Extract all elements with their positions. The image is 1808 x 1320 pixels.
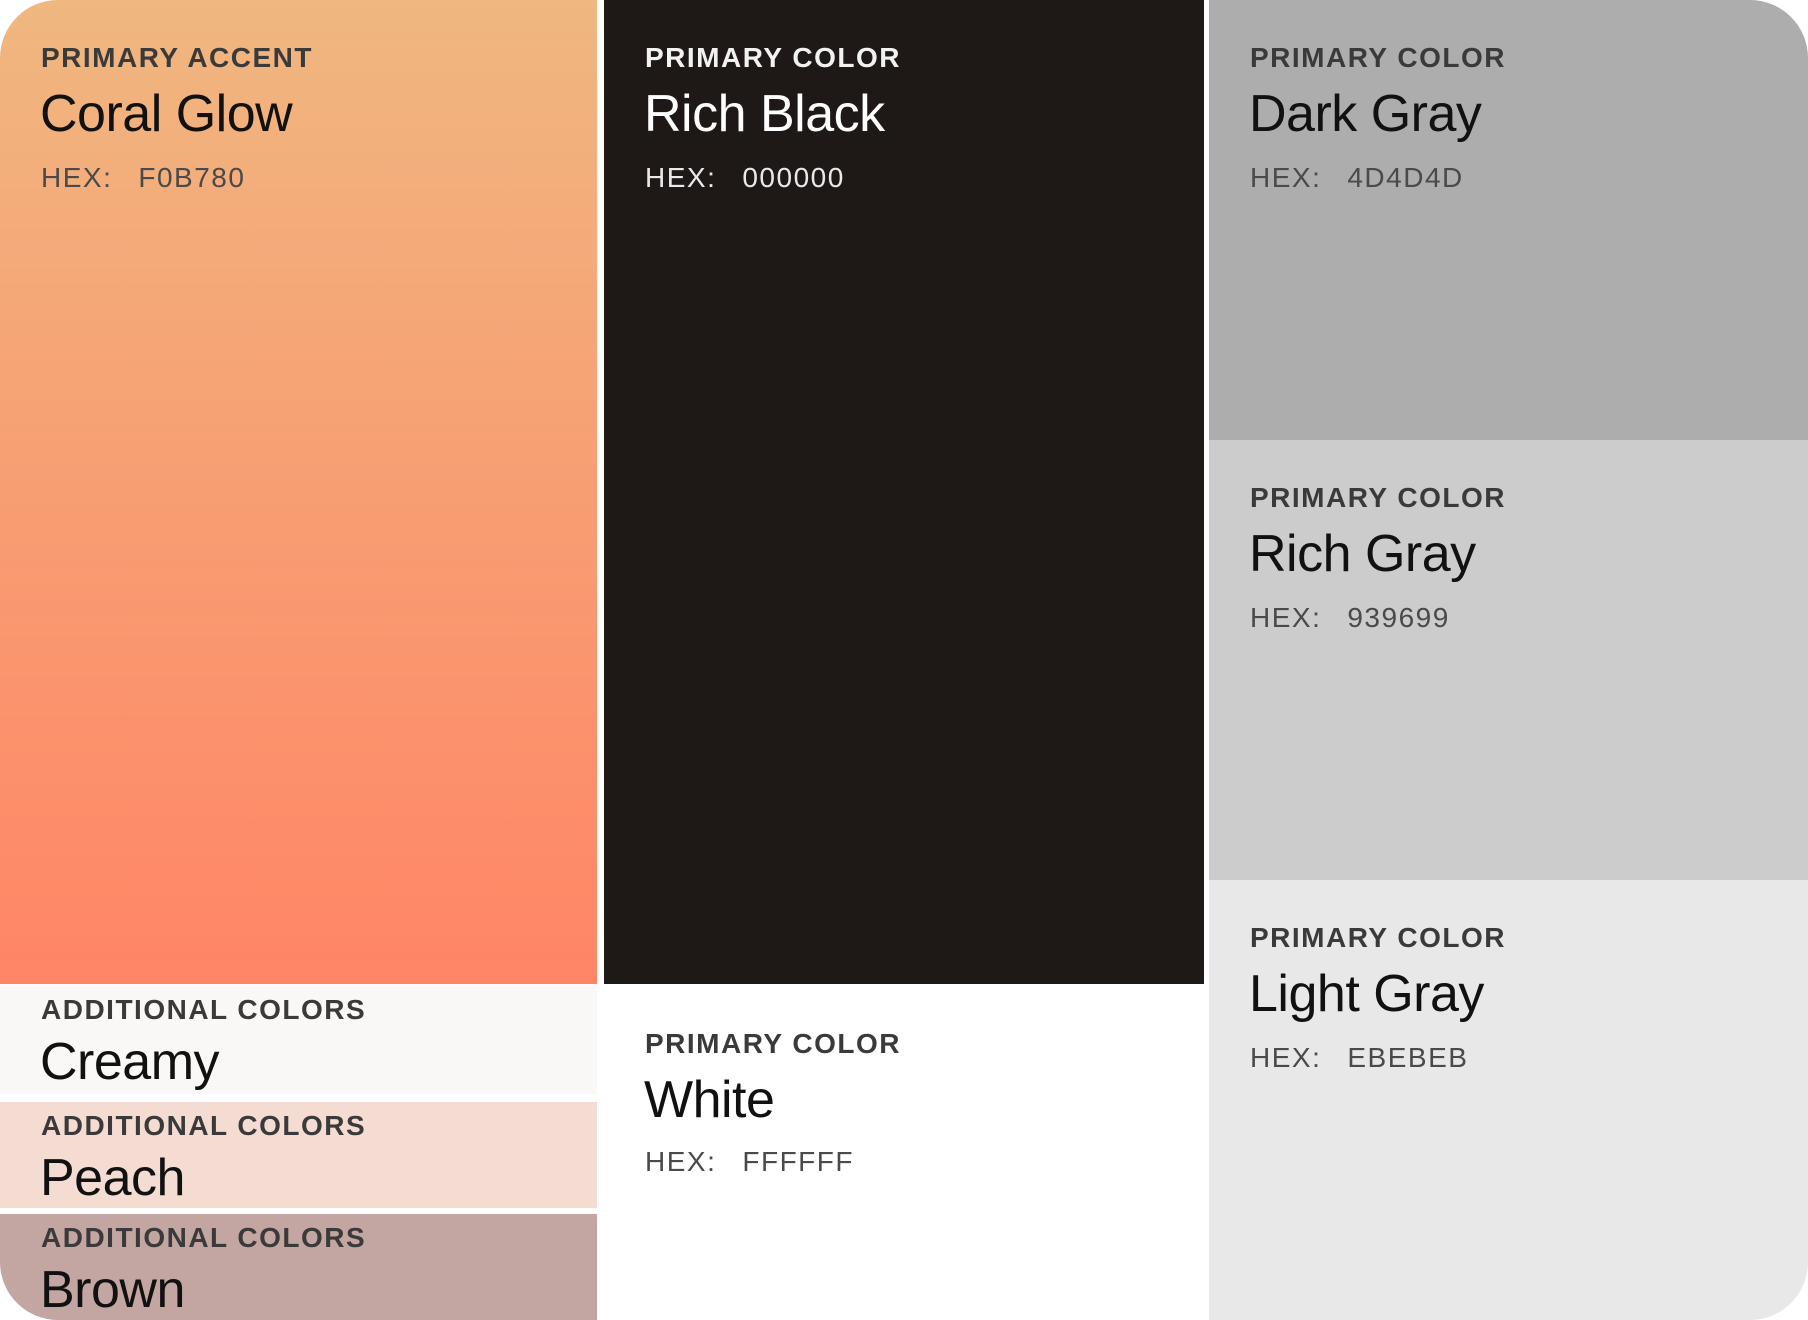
hex-value: 939699 bbox=[1347, 602, 1450, 633]
swatch-dark-gray: PRIMARY COLOR Dark Gray HEX: 4D4D4D bbox=[1209, 0, 1808, 440]
swatch-name: Dark Gray bbox=[1249, 85, 1482, 143]
hex-value: 000000 bbox=[742, 162, 845, 193]
swatch-category: ADDITIONAL COLORS bbox=[41, 994, 367, 1025]
hex-value: FFFFFF bbox=[742, 1146, 854, 1177]
swatch-category: PRIMARY COLOR bbox=[1250, 42, 1506, 73]
swatch-brown: ADDITIONAL COLORS Brown bbox=[0, 1214, 597, 1320]
hex-label: HEX: bbox=[1250, 162, 1322, 193]
swatch-category: ADDITIONAL COLORS bbox=[41, 1222, 367, 1253]
hex-label: HEX: bbox=[1250, 602, 1322, 633]
swatch-hex: HEX: F0B780 bbox=[41, 162, 245, 194]
swatch-coral-glow: PRIMARY ACCENT Coral Glow HEX: F0B780 bbox=[0, 0, 597, 984]
hex-label: HEX: bbox=[1250, 1042, 1322, 1073]
hex-label: HEX: bbox=[645, 162, 717, 193]
swatch-category: PRIMARY COLOR bbox=[645, 42, 901, 73]
swatch-hex: HEX: 939699 bbox=[1250, 602, 1450, 634]
swatch-name: Light Gray bbox=[1249, 965, 1484, 1023]
swatch-category: PRIMARY COLOR bbox=[1250, 482, 1506, 513]
swatch-creamy: ADDITIONAL COLORS Creamy bbox=[0, 986, 597, 1094]
swatch-category: PRIMARY COLOR bbox=[1250, 922, 1506, 953]
swatch-white: PRIMARY COLOR White HEX: FFFFFF bbox=[604, 984, 1204, 1320]
swatch-hex: HEX: FFFFFF bbox=[645, 1146, 854, 1178]
swatch-category: PRIMARY COLOR bbox=[645, 1028, 901, 1059]
hex-value: EBEBEB bbox=[1347, 1042, 1469, 1073]
swatch-name: Creamy bbox=[40, 1033, 220, 1091]
swatch-category: PRIMARY ACCENT bbox=[41, 42, 313, 73]
swatch-peach: ADDITIONAL COLORS Peach bbox=[0, 1102, 597, 1208]
swatch-rich-black: PRIMARY COLOR Rich Black HEX: 000000 bbox=[604, 0, 1204, 984]
swatch-name: Peach bbox=[40, 1149, 185, 1207]
swatch-name: Rich Black bbox=[644, 85, 885, 143]
swatch-name: White bbox=[644, 1071, 775, 1129]
hex-label: HEX: bbox=[645, 1146, 717, 1177]
hex-value: 4D4D4D bbox=[1347, 162, 1464, 193]
swatch-hex: HEX: EBEBEB bbox=[1250, 1042, 1468, 1074]
hex-label: HEX: bbox=[41, 162, 113, 193]
swatch-hex: HEX: 000000 bbox=[645, 162, 845, 194]
swatch-rich-gray: PRIMARY COLOR Rich Gray HEX: 939699 bbox=[1209, 440, 1808, 880]
swatch-name: Coral Glow bbox=[40, 85, 293, 143]
swatch-hex: HEX: 4D4D4D bbox=[1250, 162, 1464, 194]
hex-value: F0B780 bbox=[138, 162, 246, 193]
swatch-name: Brown bbox=[40, 1261, 185, 1319]
swatch-category: ADDITIONAL COLORS bbox=[41, 1110, 367, 1141]
swatch-light-gray: PRIMARY COLOR Light Gray HEX: EBEBEB bbox=[1209, 880, 1808, 1320]
color-palette-board: PRIMARY ACCENT Coral Glow HEX: F0B780 ADD… bbox=[0, 0, 1808, 1320]
swatch-name: Rich Gray bbox=[1249, 525, 1476, 583]
